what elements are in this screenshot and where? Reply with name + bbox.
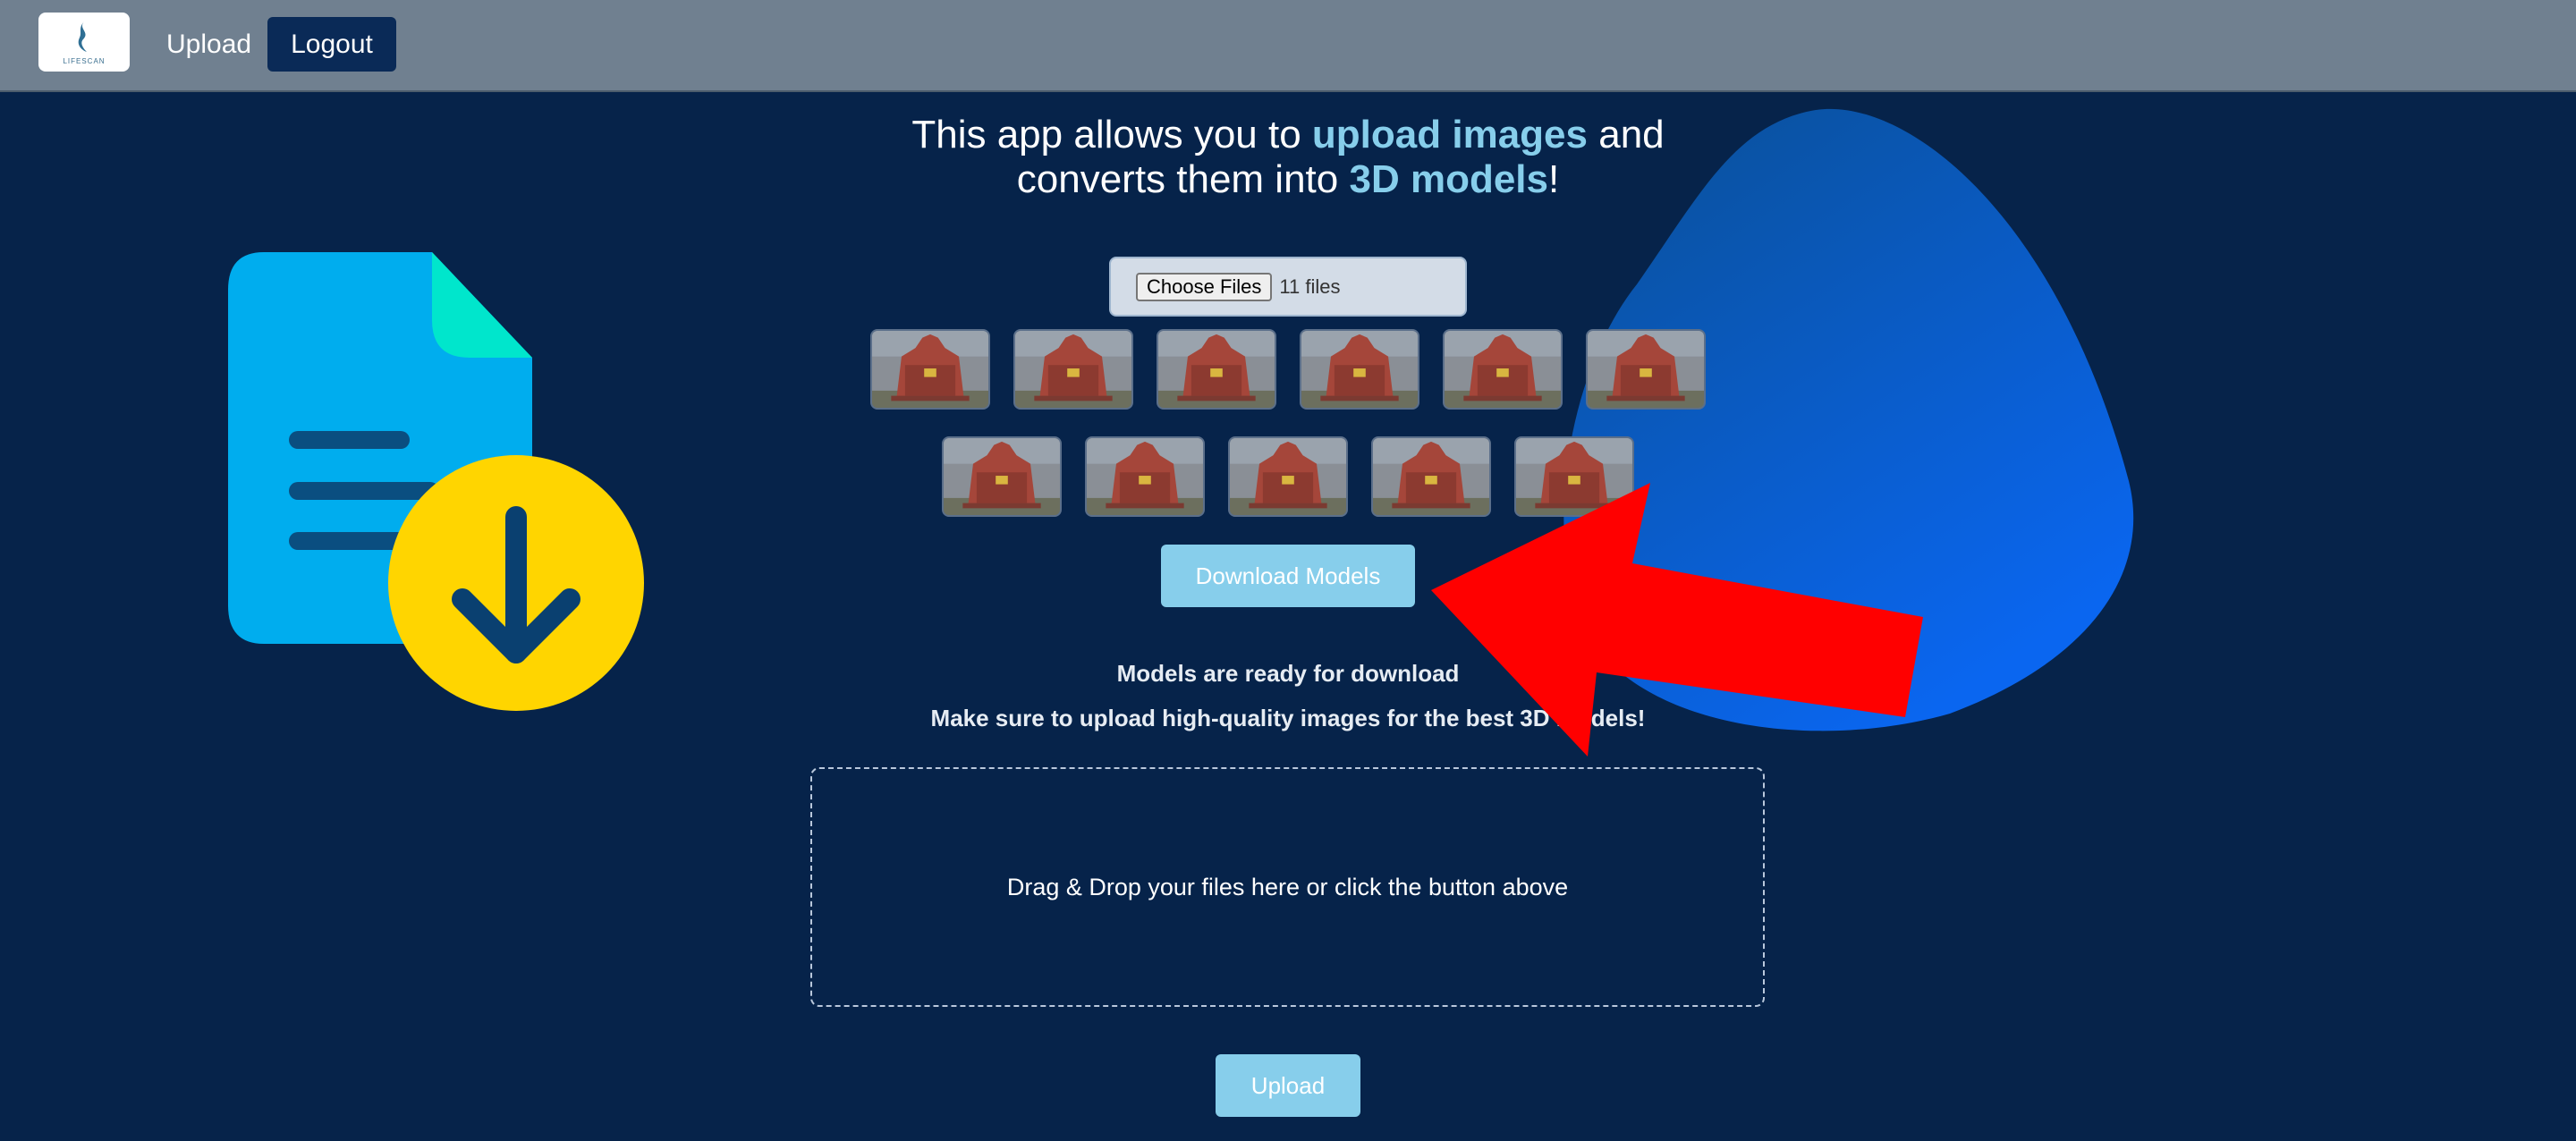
thumbnail-6[interactable] [1586, 329, 1706, 410]
logo-text: LIFESCAN [63, 56, 106, 65]
hero-heading: This app allows you to upload images and… [805, 113, 1771, 202]
thumbnail-2[interactable] [1013, 329, 1133, 410]
thumbnail-1[interactable] [870, 329, 990, 410]
drop-zone-text: Drag & Drop your files here or click the… [1006, 873, 1569, 900]
hero-line1-text: This app allows you to [911, 113, 1312, 156]
file-input: Choose Files 11 files [1109, 257, 1467, 317]
thumbnail-3[interactable] [1157, 329, 1276, 410]
thumbnail-7[interactable] [942, 436, 1062, 517]
hero-line2-highlight: 3D models [1349, 157, 1548, 201]
thumbnail-8[interactable] [1085, 436, 1205, 517]
hero-line2-text: converts them into [1016, 157, 1350, 201]
thumbnail-5[interactable] [1443, 329, 1563, 410]
thumbnail-9[interactable] [1228, 436, 1348, 517]
thumbnail-4[interactable] [1300, 329, 1419, 410]
top-navbar: LIFESCAN Upload Logout [0, 0, 2576, 92]
logout-button[interactable]: Logout [267, 17, 396, 72]
upload-button[interactable]: Upload [1216, 1054, 1360, 1117]
nav-upload-link[interactable]: Upload [166, 27, 251, 63]
document-download-icon [228, 252, 644, 711]
hero-line1-highlight: upload images [1311, 113, 1588, 156]
file-count-label: 11 files [1279, 275, 1341, 298]
logo[interactable]: LIFESCAN [38, 13, 130, 72]
hero-line1-end: and [1588, 113, 1665, 156]
choose-files-button[interactable]: Choose Files [1136, 272, 1273, 301]
download-models-button[interactable]: Download Models [1161, 545, 1415, 607]
drop-zone[interactable]: Drag & Drop your files here or click the… [810, 767, 1765, 1007]
flame-logo-icon [78, 21, 87, 52]
red-arrow-annotation [1431, 483, 1923, 756]
hero-line2-end: ! [1548, 157, 1560, 201]
